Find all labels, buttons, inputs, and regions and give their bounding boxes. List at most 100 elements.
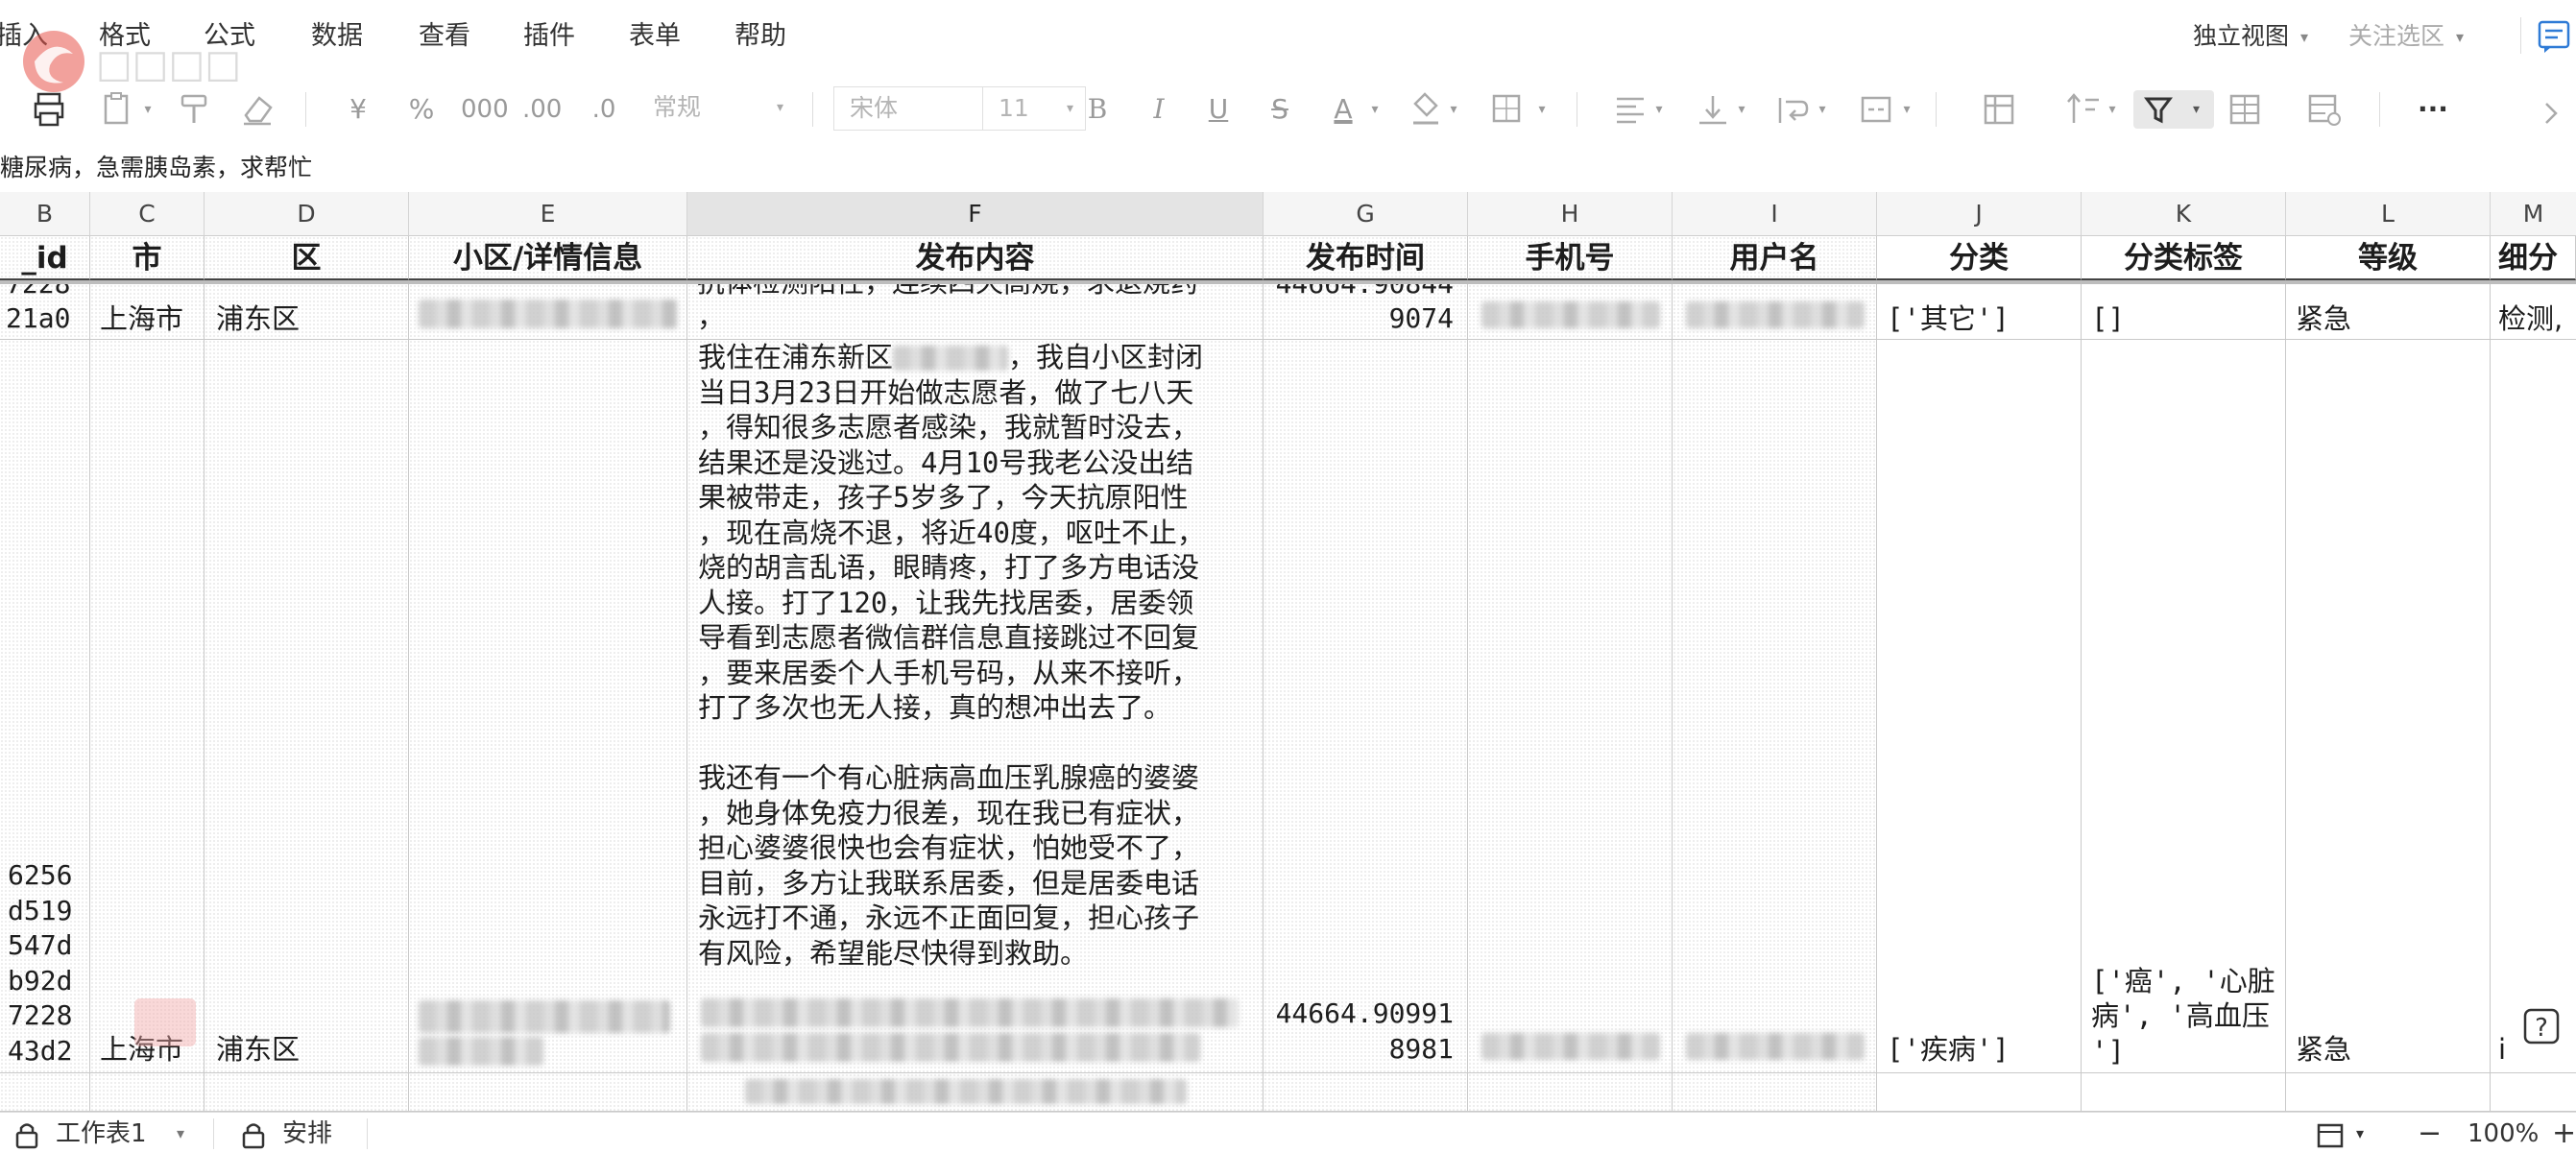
number-format-select[interactable]: 常规 ▾ [638,86,795,131]
cell-g-row-c[interactable] [1264,1073,1468,1112]
horizontal-align-icon[interactable] [1613,90,1648,129]
header-cell-username[interactable]: 用户名 [1673,236,1877,280]
chevron-down-icon[interactable]: ▾ [1651,90,1667,129]
chevron-down-icon[interactable]: ▾ [140,90,156,129]
column-header-k[interactable]: K [2082,192,2286,236]
thousands-separator-button[interactable]: 000 [461,90,509,129]
cell-g-row-b[interactable]: 44664.90991 8981 [1264,340,1468,1073]
chevron-down-icon[interactable]: ▾ [1815,90,1830,129]
decrease-decimal-button[interactable]: .0 [590,90,618,129]
cell-e-row-b[interactable] [409,340,687,1073]
font-family-select[interactable]: 宋体 [833,86,983,131]
header-cell-id[interactable]: _id [0,236,90,280]
header-cell-category[interactable]: 分类 [1877,236,2082,280]
cell-content-bar[interactable]: 糖尿病，急需胰岛素，求帮忙 [0,144,2576,193]
vertical-align-icon[interactable] [1696,90,1730,129]
format-painter-icon[interactable] [179,90,213,129]
menu-help[interactable]: 帮助 [734,19,786,54]
comment-panel-icon[interactable] [2537,19,2571,54]
header-cell-level[interactable]: 等级 [2286,236,2491,280]
chevron-down-icon[interactable]: ▾ [1367,90,1383,129]
follow-selection-button[interactable]: 关注选区 ▾ [2348,19,2464,55]
cell-d-row-a[interactable]: 浦东区 [205,284,409,340]
cell-i-row-c[interactable] [1673,1073,1877,1112]
cell-j-row-a[interactable]: ['其它'] [1877,284,2082,340]
chevron-down-icon[interactable]: ▾ [1446,90,1461,129]
fill-color-icon[interactable] [1408,90,1442,129]
cell-d-row-c[interactable] [205,1073,409,1112]
spreadsheet-grid[interactable]: B C D E F G H I J K L M _id 市 区 小区/详情信息 … [0,192,2576,1112]
cell-f-row-c[interactable] [687,1073,1264,1112]
cell-l-row-a[interactable]: 紧急 [2286,284,2491,340]
menu-insert[interactable]: 插入 [0,19,48,54]
cell-e-row-a[interactable] [409,284,687,340]
cell-c-row-b[interactable]: 上海市 [90,340,205,1073]
chevron-down-icon[interactable]: ▾ [2105,90,2120,129]
standalone-view-button[interactable]: 独立视图 ▾ [2193,19,2308,55]
cell-h-row-a[interactable] [1468,284,1673,340]
column-header-l[interactable]: L [2286,192,2491,236]
header-cell-post-time[interactable]: 发布时间 [1264,236,1468,280]
column-header-f[interactable]: F [687,192,1264,236]
view-mode-icon[interactable] [2316,1122,2345,1149]
header-cell-district[interactable]: 区 [205,236,409,280]
column-header-m[interactable]: M [2491,192,2576,236]
menu-formula[interactable]: 公式 [204,19,255,54]
font-color-button[interactable]: A [1327,90,1360,129]
underline-button[interactable]: U [1204,90,1233,129]
column-header-d[interactable]: D [205,192,409,236]
header-cell-content[interactable]: 发布内容 [687,236,1264,280]
cell-l-row-c[interactable] [2286,1073,2491,1112]
menu-format[interactable]: 格式 [99,19,151,54]
column-header-b[interactable]: B [0,192,90,236]
menu-plugins[interactable]: 插件 [523,19,575,54]
cell-e-row-c[interactable] [409,1073,687,1112]
help-icon[interactable]: ? [2523,1008,2565,1050]
zoom-in-button[interactable]: + [2552,1118,2576,1149]
percent-format-button[interactable]: % [405,90,438,129]
column-header-h[interactable]: H [1468,192,1673,236]
cell-f-row-b[interactable]: 我住在浦东新区 ，我自小区封闭 当日3月23日开始做志愿者，做了七八天 ，得知很多… [687,340,1264,1073]
zoom-level[interactable]: 100% [2468,1118,2539,1149]
cell-j-row-c[interactable] [1877,1073,2082,1112]
header-cell-category-tags[interactable]: 分类标签 [2082,236,2286,280]
cell-k-row-b[interactable]: ['癌', '心脏 病', '高血压 '] [2082,340,2286,1073]
bold-button[interactable]: B [1083,90,1112,129]
print-icon[interactable] [33,90,65,129]
cell-g-row-a[interactable]: 44664.90844 9074 [1264,284,1468,340]
column-header-i[interactable]: I [1673,192,1877,236]
cell-c-row-c[interactable] [90,1073,205,1112]
merge-cells-icon[interactable] [1859,90,1893,129]
eraser-icon[interactable] [240,90,275,129]
menu-view[interactable]: 查看 [419,19,470,54]
sheet-tab-2[interactable]: 安排 [282,1118,332,1149]
increase-decimal-button[interactable]: .00 [522,90,562,129]
cell-h-row-c[interactable] [1468,1073,1673,1112]
chevron-down-icon[interactable]: ▾ [1534,90,1550,129]
header-cell-city[interactable]: 市 [90,236,205,280]
cell-m-row-c[interactable] [2491,1073,2576,1112]
chevron-down-icon[interactable]: ▾ [1899,90,1914,129]
cell-k-row-c[interactable] [2082,1073,2286,1112]
chevron-down-icon[interactable]: ▾ [2356,1118,2364,1149]
column-header-j[interactable]: J [1877,192,2082,236]
cell-b-row-b[interactable]: 6256 d519 547d b92d 7228 43d2 [0,340,90,1073]
column-header-c[interactable]: C [90,192,205,236]
zoom-out-button[interactable]: − [2418,1118,2442,1149]
cell-d-row-b[interactable]: 浦东区 [205,340,409,1073]
cell-k-row-a[interactable]: [] [2082,284,2286,340]
cell-b-row-a[interactable]: 7228 21a0 [0,284,90,340]
column-header-g[interactable]: G [1264,192,1468,236]
column-header-e[interactable]: E [409,192,687,236]
cell-l-row-b[interactable]: 紧急 [2286,340,2491,1073]
italic-button[interactable]: I [1144,90,1173,129]
table-style-icon[interactable] [2227,90,2262,129]
sheet-tab-1[interactable]: 工作表1 [56,1118,147,1149]
cell-i-row-b[interactable] [1673,340,1877,1073]
strikethrough-button[interactable]: S [1265,90,1294,129]
header-cell-phone[interactable]: 手机号 [1468,236,1673,280]
cell-f-row-a[interactable]: 抗体检测阳性，连续四天高烧，求退烧药 ， [687,284,1264,340]
header-cell-community[interactable]: 小区/详情信息 [409,236,687,280]
conditional-format-icon[interactable] [2306,90,2341,129]
sort-icon[interactable] [2064,90,2103,129]
